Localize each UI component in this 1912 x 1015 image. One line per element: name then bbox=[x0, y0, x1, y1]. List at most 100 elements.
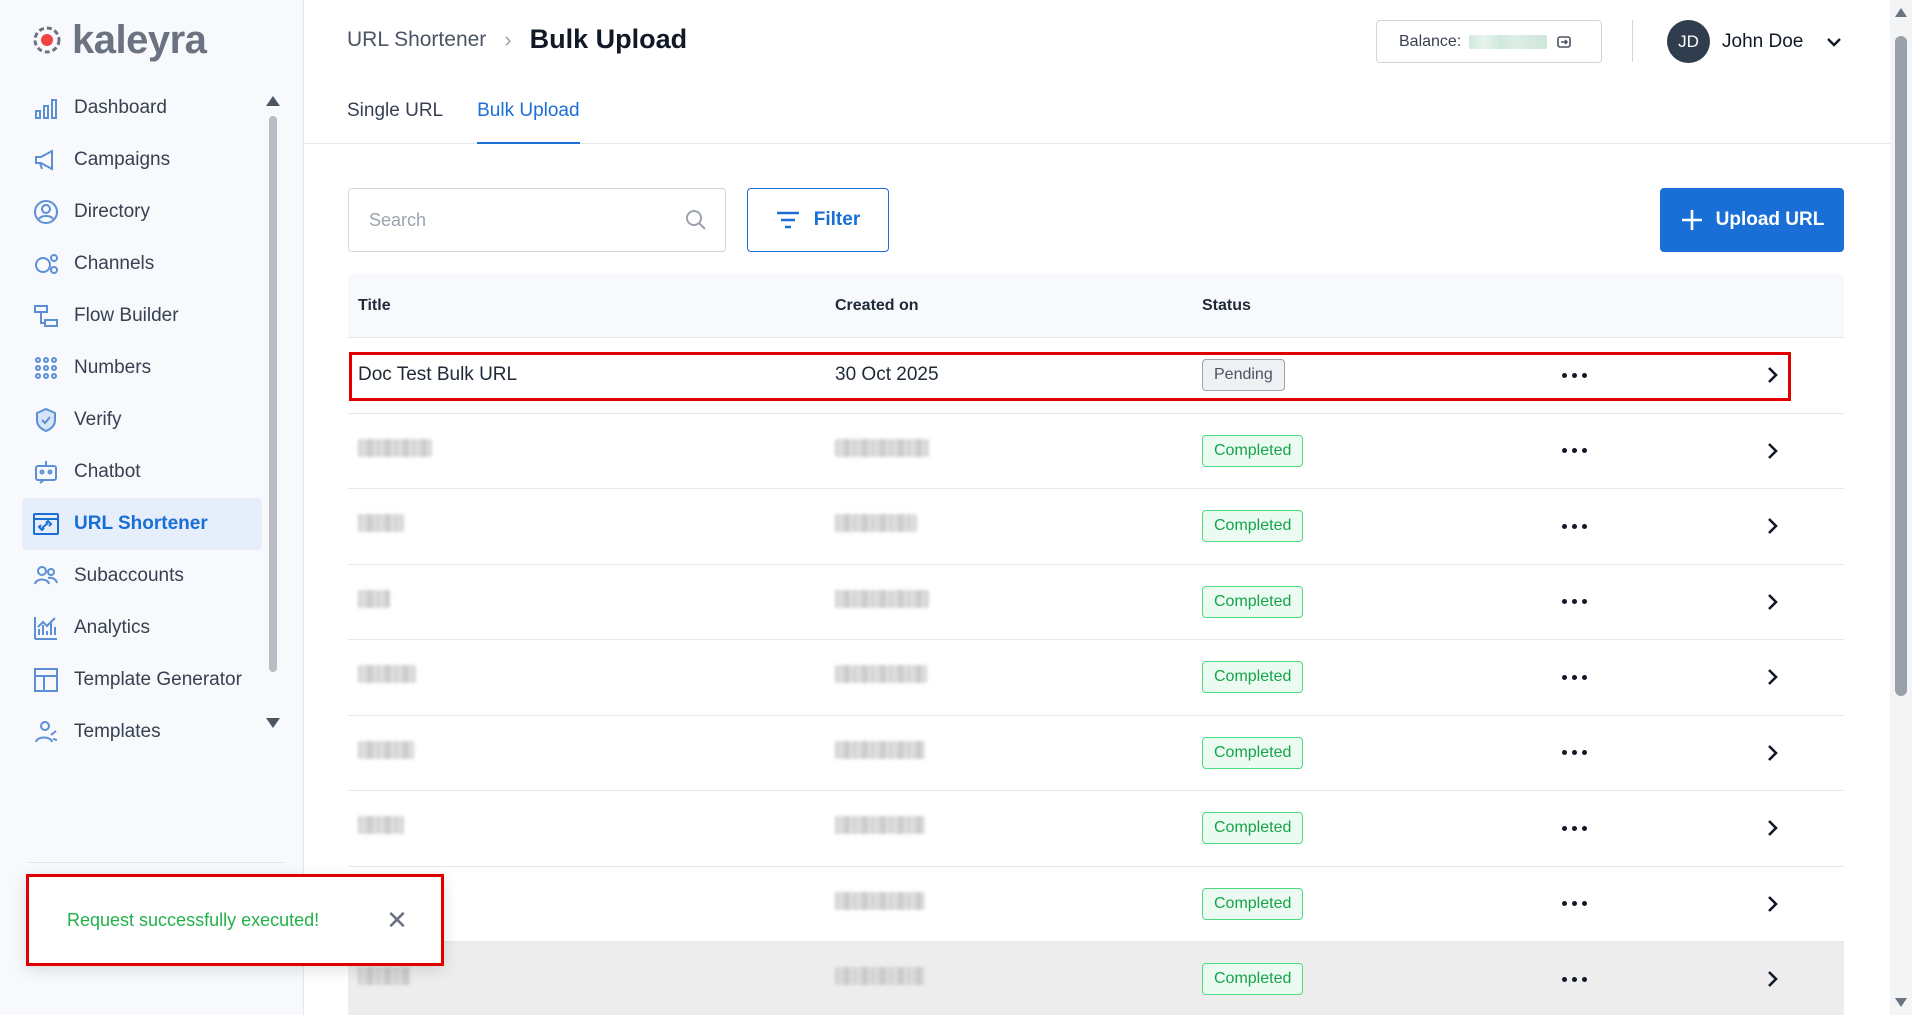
chevron-right-icon[interactable] bbox=[1762, 592, 1782, 612]
sidebar-scrollbar[interactable] bbox=[266, 92, 280, 732]
tab-bulk-upload[interactable]: Bulk Upload bbox=[477, 86, 580, 144]
tab-single-url[interactable]: Single URL bbox=[347, 86, 443, 144]
sidebar-item-label: Subaccounts bbox=[74, 565, 184, 586]
sidebar-item-label: Dashboard bbox=[74, 97, 167, 118]
sidebar-item-chatbot[interactable]: Chatbot bbox=[22, 446, 262, 498]
table-row[interactable]: Completed bbox=[348, 942, 1844, 1015]
sidebar: kaleyra Dashboard Campaigns Directory Chann… bbox=[0, 0, 304, 1015]
row-created-on-redacted bbox=[835, 514, 1202, 538]
chevron-right-icon[interactable] bbox=[1762, 516, 1782, 536]
chevron-right-icon[interactable] bbox=[1762, 365, 1782, 385]
table-row[interactable]: Completed bbox=[348, 414, 1844, 489]
bar-chart-icon bbox=[32, 94, 60, 122]
balance-value-redacted bbox=[1469, 34, 1548, 49]
row-open bbox=[1752, 743, 1844, 763]
more-options-icon[interactable] bbox=[1562, 674, 1587, 680]
user-name: John Doe bbox=[1722, 30, 1804, 52]
sidebar-item-templates[interactable]: Templates bbox=[22, 706, 262, 758]
more-options-icon[interactable] bbox=[1562, 448, 1587, 454]
filter-button[interactable]: Filter bbox=[747, 188, 889, 252]
column-header-title[interactable]: Title bbox=[348, 297, 835, 315]
table-row[interactable]: Completed bbox=[348, 489, 1844, 565]
row-title-redacted bbox=[348, 816, 835, 840]
table-body: Doc Test Bulk URL 30 Oct 2025 Pending Compl… bbox=[348, 338, 1844, 1015]
status-badge: Completed bbox=[1202, 812, 1304, 845]
upload-url-button[interactable]: Upload URL bbox=[1660, 188, 1844, 252]
sidebar-item-label: Channels bbox=[74, 253, 155, 274]
flow-icon bbox=[32, 302, 60, 330]
table-row[interactable]: Doc Test Bulk URL 30 Oct 2025 Pending bbox=[348, 338, 1844, 414]
row-open bbox=[1752, 516, 1844, 536]
status-badge: Completed bbox=[1202, 434, 1304, 467]
more-options-icon[interactable] bbox=[1562, 976, 1587, 982]
chevron-right-icon[interactable] bbox=[1762, 969, 1782, 989]
more-options-icon[interactable] bbox=[1562, 825, 1587, 831]
sidebar-item-label: Analytics bbox=[74, 617, 151, 638]
refresh-icon[interactable] bbox=[1555, 33, 1573, 51]
page-scroll-down-icon[interactable] bbox=[1895, 998, 1907, 1007]
layout-icon bbox=[32, 666, 60, 694]
chevron-right-icon[interactable] bbox=[1762, 667, 1782, 687]
row-status: Completed bbox=[1202, 434, 1552, 467]
page-scroll-up-icon[interactable] bbox=[1895, 8, 1907, 17]
scroll-down-arrow-icon[interactable] bbox=[266, 718, 280, 728]
table-row[interactable]: Completed bbox=[348, 640, 1844, 716]
shield-icon bbox=[32, 406, 60, 434]
sidebar-item-campaigns[interactable]: Campaigns bbox=[22, 134, 262, 186]
bulk-upload-table: Title Created on Status Doc Test Bulk UR… bbox=[348, 274, 1844, 1015]
more-options-icon[interactable] bbox=[1562, 523, 1587, 529]
row-title-redacted bbox=[348, 665, 835, 689]
user-menu[interactable]: JD John Doe bbox=[1667, 20, 1843, 63]
sidebar-item-channels[interactable]: Channels bbox=[22, 238, 262, 290]
sidebar-item-numbers[interactable]: Numbers bbox=[22, 342, 262, 394]
more-options-icon[interactable] bbox=[1562, 599, 1587, 605]
search-icon[interactable] bbox=[685, 209, 707, 231]
more-options-icon[interactable] bbox=[1562, 750, 1587, 756]
more-options-icon[interactable] bbox=[1562, 901, 1587, 907]
row-open bbox=[1752, 969, 1844, 989]
table-row[interactable]: Completed bbox=[348, 565, 1844, 640]
row-created-on-redacted bbox=[835, 967, 1202, 991]
row-created-on-redacted bbox=[835, 891, 1202, 916]
table-row[interactable]: Completed bbox=[348, 716, 1844, 791]
chevron-down-icon[interactable] bbox=[1825, 33, 1843, 51]
row-status: Pending bbox=[1202, 359, 1552, 392]
sidebar-item-label: Template Generator bbox=[74, 669, 242, 690]
column-header-created-on[interactable]: Created on bbox=[835, 297, 1202, 315]
close-icon[interactable]: ✕ bbox=[379, 902, 415, 938]
sidebar-item-flow-builder[interactable]: Flow Builder bbox=[22, 290, 262, 342]
chevron-right-icon[interactable] bbox=[1762, 441, 1782, 461]
sidebar-divider bbox=[28, 862, 286, 863]
search-input[interactable] bbox=[369, 209, 685, 231]
row-status: Completed bbox=[1202, 510, 1552, 543]
sidebar-item-template-generator[interactable]: Template Generator bbox=[22, 654, 262, 706]
sidebar-item-directory[interactable]: Directory bbox=[22, 186, 262, 238]
table-row[interactable]: Completed bbox=[348, 867, 1844, 942]
status-badge: Completed bbox=[1202, 510, 1304, 543]
sidebar-item-subaccounts[interactable]: Subaccounts bbox=[22, 550, 262, 602]
sidebar-item-label: Directory bbox=[74, 201, 151, 222]
templates-icon bbox=[32, 718, 60, 746]
scroll-up-arrow-icon[interactable] bbox=[266, 96, 280, 106]
row-status: Completed bbox=[1202, 736, 1552, 769]
breadcrumb-parent-link[interactable]: URL Shortener bbox=[347, 28, 486, 52]
more-options-icon[interactable] bbox=[1562, 372, 1587, 378]
page-scroll-thumb[interactable] bbox=[1895, 36, 1907, 696]
chevron-right-icon[interactable] bbox=[1762, 894, 1782, 914]
table-header: Title Created on Status bbox=[348, 274, 1844, 338]
chevron-right-icon[interactable] bbox=[1762, 743, 1782, 763]
sidebar-item-url-shortener[interactable]: URL Shortener bbox=[22, 498, 262, 550]
sidebar-item-verify[interactable]: Verify bbox=[22, 394, 262, 446]
kaleyra-logo[interactable]: kaleyra bbox=[30, 18, 207, 62]
filter-icon bbox=[776, 211, 799, 229]
page-scrollbar[interactable] bbox=[1890, 0, 1912, 1015]
sidebar-item-dashboard[interactable]: Dashboard bbox=[22, 82, 262, 134]
sidebar-scroll-thumb[interactable] bbox=[269, 116, 277, 672]
chevron-right-icon[interactable] bbox=[1762, 818, 1782, 838]
row-title-redacted bbox=[348, 740, 835, 765]
sidebar-item-analytics[interactable]: Analytics bbox=[22, 602, 262, 654]
row-open bbox=[1752, 894, 1844, 914]
column-header-status[interactable]: Status bbox=[1202, 297, 1552, 315]
row-created-on-redacted bbox=[835, 665, 1202, 689]
table-row[interactable]: Completed bbox=[348, 791, 1844, 867]
